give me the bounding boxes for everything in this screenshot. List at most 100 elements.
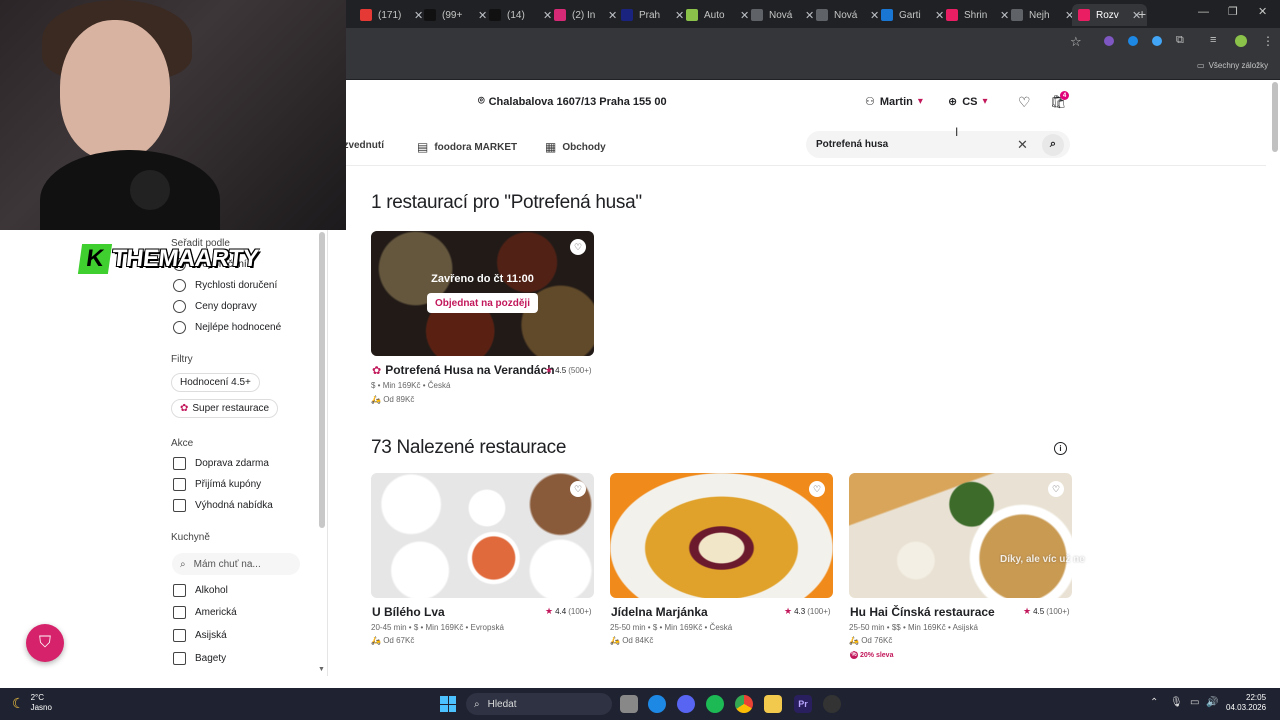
file-explorer-icon[interactable] [764,695,782,713]
edge-icon[interactable] [648,695,666,713]
scroll-down-arrow-icon[interactable]: ▼ [318,666,325,673]
language-selector[interactable]: ⊕ CS ▾ [948,95,988,109]
nav-shops[interactable]: ▦ Obchody [545,140,606,154]
delivery-address[interactable]: ⌾ Chalabalova 1607/13 Praha 155 00 [478,95,667,108]
search-input[interactable]: Potrefená husa ✕ ⌕ [806,131,1070,158]
deal-option[interactable]: Přijímá kupóny [173,478,261,491]
radio-button[interactable] [173,300,186,313]
checkbox[interactable] [173,499,186,512]
checkbox[interactable] [173,478,186,491]
chrome-icon[interactable] [735,695,753,713]
browser-tab[interactable]: Auto ✕ [686,4,749,26]
sort-option[interactable]: Nejlépe hodnocené [173,321,281,334]
extension-icon[interactable] [1128,36,1138,46]
task-view-icon[interactable] [620,695,638,713]
favorite-heart-icon[interactable]: ♡ [570,239,586,255]
browser-tab[interactable]: (171) ✕ [360,4,423,26]
premiere-pro-icon[interactable]: Pr [794,695,812,713]
checkbox[interactable] [173,584,186,597]
checkbox[interactable] [173,606,186,619]
filter-pill-rating[interactable]: Hodnocení 4.5+ [171,373,260,392]
extension-icon[interactable] [1104,36,1114,46]
tab-close-icon[interactable]: ✕ [1000,9,1009,22]
browser-tab[interactable]: (14) ✕ [489,4,552,26]
browser-tab[interactable]: Nová ✕ [751,4,814,26]
volume-icon[interactable]: 🔊 [1206,697,1218,708]
checkbox[interactable] [173,652,186,665]
page-scrollbar[interactable] [1272,82,1278,152]
order-later-button[interactable]: Objednat na později [427,293,538,313]
favorites-heart-icon[interactable]: ♡ [1018,94,1031,111]
weather-widget[interactable]: ☾ 2°C Jasno [12,693,52,713]
windows-start-icon[interactable] [440,696,456,712]
restaurant-image[interactable]: ♡ [371,473,594,598]
tab-close-icon[interactable]: ✕ [870,9,879,22]
extensions-puzzle-icon[interactable]: ⧉ [1176,34,1184,47]
tab-close-icon[interactable]: ✕ [608,9,617,22]
checkbox[interactable] [173,457,186,470]
filter-pill-super[interactable]: ✿ Super restaurace [171,399,279,418]
browser-tab[interactable]: (99+ ✕ [424,4,487,26]
nav-pickup[interactable]: Vyzvednutí [346,140,384,151]
tab-close-icon[interactable]: ✕ [805,9,814,22]
tab-close-icon[interactable]: ✕ [935,9,944,22]
browser-tab[interactable]: Nejh ✕ [1011,4,1074,26]
cuisine-option[interactable]: Asijská [173,629,227,642]
restaurant-name[interactable]: U Bílého Lva [372,605,445,619]
restaurant-image[interactable]: ♡ [610,473,833,598]
cuisine-search-input[interactable]: ⌕ Mám chuť na... [172,553,300,575]
search-icon[interactable]: ⌕ [1042,133,1064,156]
taskbar-search[interactable]: ⌕ Hledat [466,693,612,715]
browser-tab[interactable]: Nová ✕ [816,4,879,26]
system-clock[interactable]: 22:05 04.03.2026 [1226,693,1266,713]
sort-option[interactable]: Rychlosti doručení [173,279,277,292]
browser-tab[interactable]: Garti ✕ [881,4,944,26]
info-icon[interactable]: i [1054,442,1067,455]
sidebar-scrollbar[interactable] [319,232,325,528]
browser-menu-icon[interactable]: ⋮ [1262,34,1274,48]
window-restore-button[interactable]: ❐ [1228,5,1238,18]
tab-close-icon[interactable]: ✕ [675,9,684,22]
discord-icon[interactable] [677,695,695,713]
checkbox[interactable] [173,629,186,642]
bookmark-star-icon[interactable]: ☆ [1070,34,1082,50]
deal-option[interactable]: Doprava zdarma [173,457,269,470]
browser-tab[interactable]: Prah ✕ [621,4,684,26]
restaurant-name[interactable]: Hu Hai Čínská restaurace [850,605,995,619]
browser-tab[interactable]: Shrin ✕ [946,4,1009,26]
browser-tab[interactable]: Rozv ✕ [1072,4,1148,26]
deal-option[interactable]: Výhodná nabídka [173,499,273,512]
featured-restaurant-name[interactable]: ✿ Potrefená Husa na Verandách [372,363,555,377]
favorite-heart-icon[interactable]: ♡ [1048,481,1064,497]
cuisine-option[interactable]: Americká [173,606,237,619]
new-tab-button[interactable]: + [1138,6,1146,22]
featured-restaurant-image[interactable]: Zavřeno do čt 11:00 Objednat na později … [371,231,594,356]
display-icon[interactable]: ▭ [1190,697,1199,708]
window-minimize-button[interactable]: — [1198,6,1209,18]
favorite-heart-icon[interactable]: ♡ [809,481,825,497]
media-icon[interactable]: ≡ [1210,34,1216,46]
tab-close-icon[interactable]: ✕ [543,9,552,22]
profile-avatar[interactable] [1235,35,1247,47]
window-close-button[interactable]: ✕ [1258,5,1267,18]
radio-button[interactable] [173,279,186,292]
restaurant-name[interactable]: Jídelna Marjánka [611,605,708,619]
favorite-heart-icon[interactable]: ♡ [570,481,586,497]
cuisine-option[interactable]: Bagety [173,652,226,665]
restaurant-image[interactable]: ♡ [849,473,1072,598]
tray-arrow-icon[interactable]: ⌃ [1150,697,1158,708]
obs-icon[interactable] [823,695,841,713]
tab-close-icon[interactable]: ✕ [414,9,423,22]
all-bookmarks-folder[interactable]: ▭ Všechny záložky [1197,61,1268,70]
cuisine-option[interactable]: Alkohol [173,584,228,597]
browser-tab[interactable]: (2) In ✕ [554,4,617,26]
extension-icon[interactable] [1152,36,1162,46]
spotify-icon[interactable] [706,695,724,713]
clear-search-icon[interactable]: ✕ [1017,137,1028,153]
user-menu[interactable]: ⚇ Martin ▾ [865,95,923,109]
tab-close-icon[interactable]: ✕ [478,9,487,22]
microphone-icon[interactable]: 🎙 [1170,697,1183,708]
nav-foodora-market[interactable]: ▤ foodora MARKET [417,140,517,154]
tab-close-icon[interactable]: ✕ [740,9,749,22]
radio-button[interactable] [173,321,186,334]
